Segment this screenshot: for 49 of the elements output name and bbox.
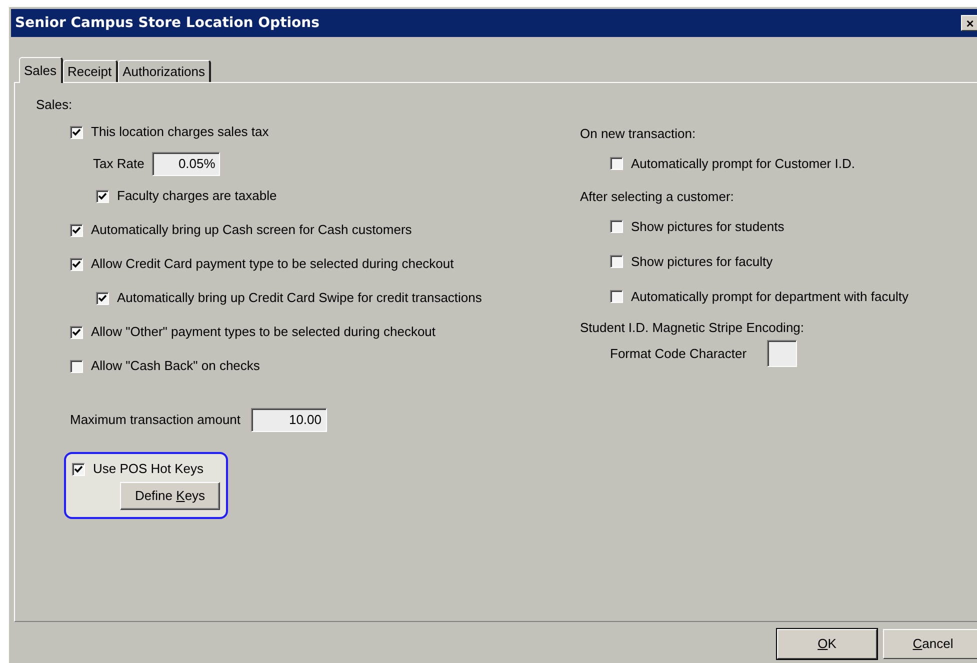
close-button[interactable]: × [961, 15, 977, 31]
checkmark-icon [74, 464, 83, 474]
checkbox-label: Allow Credit Card payment type to be selected during checkout [91, 255, 454, 274]
checkbox[interactable] [72, 462, 85, 476]
section-heading: On new transaction: [580, 125, 697, 143]
checkbox-label: Automatically bring up Credit Card Swipe for credit transactions [117, 289, 482, 308]
field-label: Format Code Character [610, 344, 747, 363]
checkmark-icon [72, 226, 81, 234]
checkmark-icon [72, 328, 81, 336]
checkbox-label: Automatically prompt for department with faculty [631, 288, 908, 306]
dialog-button[interactable]: Cancel [883, 629, 977, 659]
checkbox-label: Use POS Hot Keys [93, 460, 204, 478]
tab[interactable]: Receipt [62, 60, 118, 82]
checkmark-icon [98, 294, 107, 302]
checkbox[interactable] [96, 292, 109, 304]
checkbox-label: This location charges sales tax [91, 123, 269, 142]
tab[interactable]: Authorizations [118, 60, 211, 82]
checkbox-label: Faculty charges are taxable [117, 187, 277, 206]
checkbox[interactable] [70, 126, 83, 138]
checkbox[interactable] [70, 326, 83, 338]
dialog-button[interactable]: OK [777, 629, 877, 659]
checkmark-icon [98, 192, 107, 200]
checkbox-label: Show pictures for students [631, 218, 784, 236]
checkbox[interactable] [70, 258, 83, 270]
tax-rate-field[interactable]: 0.05% [152, 152, 220, 176]
checkbox-label: Show pictures for faculty [631, 252, 773, 271]
checkbox[interactable] [610, 157, 623, 170]
define-keys-button[interactable]: Define Keys [120, 482, 220, 510]
checkbox[interactable] [70, 360, 83, 372]
format-code-field[interactable] [766, 340, 797, 367]
checkbox-label: Allow "Other" payment types to be selected during checkout [91, 323, 436, 342]
section-heading: Sales: [36, 96, 74, 114]
checkbox[interactable] [70, 224, 83, 236]
field-label: Maximum transaction amount [70, 411, 241, 430]
window-title: Senior Campus Store Location Options [15, 14, 320, 32]
checkmark-icon [72, 260, 81, 268]
checkbox-label: Automatically prompt for Customer I.D. [631, 154, 855, 173]
checkbox-label: Allow "Cash Back" on checks [91, 357, 260, 376]
checkmark-icon [72, 128, 81, 136]
checkbox[interactable] [610, 255, 623, 268]
section-heading: After selecting a customer: [580, 188, 735, 206]
field-label: Tax Rate [93, 155, 144, 174]
tab[interactable]: Sales [19, 57, 63, 83]
section-heading: Student I.D. Magnetic Stripe Encoding: [580, 319, 806, 337]
checkbox[interactable] [610, 290, 623, 303]
checkbox[interactable] [610, 220, 623, 233]
checkbox-label: Automatically bring up Cash screen for Cash customers [91, 221, 412, 240]
amount-field[interactable]: 10.00 [250, 408, 327, 432]
checkbox[interactable] [96, 190, 109, 202]
